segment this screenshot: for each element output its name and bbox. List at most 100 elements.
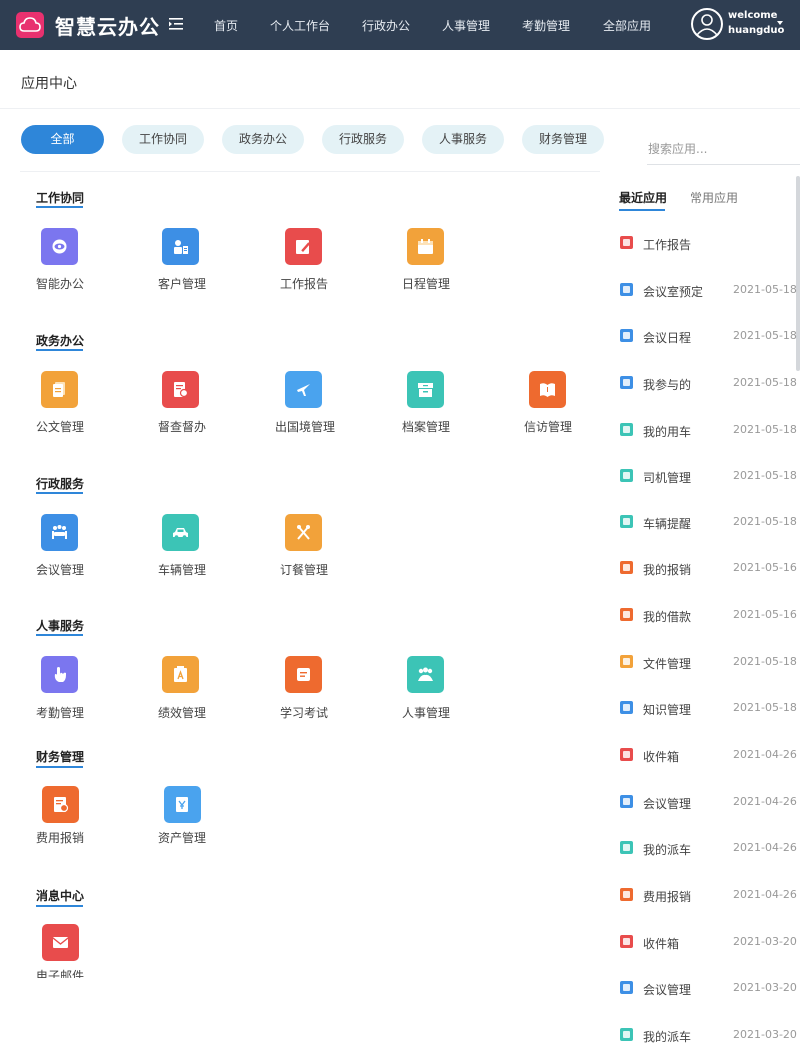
fork-knife-icon[interactable] <box>285 514 322 551</box>
app-label-work-report[interactable]: 工作报告 <box>280 275 328 292</box>
app-label-meeting[interactable]: 会议管理 <box>36 561 84 578</box>
section-underline <box>36 766 83 768</box>
app-icon <box>620 1028 633 1041</box>
recent-item-date: 2021-04-26 <box>733 748 797 761</box>
recent-item-name[interactable]: 会议日程 <box>643 329 691 346</box>
receipt-icon[interactable] <box>42 786 79 823</box>
app-icon <box>620 608 633 621</box>
app-label-vehicle[interactable]: 车辆管理 <box>158 561 206 578</box>
recent-item-date: 2021-05-18 <box>733 329 797 342</box>
app-label-exam[interactable]: 学习考试 <box>280 704 328 721</box>
recent-item-date: 2021-05-16 <box>733 561 797 574</box>
recent-item-name[interactable]: 收件箱 <box>643 935 679 952</box>
app-icon <box>620 888 633 901</box>
nav-attendance[interactable]: 考勤管理 <box>522 17 570 34</box>
pen-icon[interactable] <box>285 228 322 265</box>
recent-item-name[interactable]: 文件管理 <box>643 655 691 672</box>
calendar-icon[interactable] <box>407 228 444 265</box>
section-underline <box>36 349 83 351</box>
app-icon <box>620 795 633 808</box>
recent-item-name[interactable]: 收件箱 <box>643 748 679 765</box>
asset-icon[interactable] <box>164 786 201 823</box>
inspect-icon[interactable] <box>162 371 199 408</box>
user-name[interactable]: huangduo <box>728 25 784 36</box>
people-icon[interactable] <box>407 656 444 693</box>
page-title: 应用中心 <box>21 76 77 92</box>
recent-item-date: 2021-05-16 <box>733 608 797 621</box>
app-icon <box>620 423 633 436</box>
app-label-overseas[interactable]: 出国境管理 <box>275 418 335 435</box>
recent-item-name[interactable]: 我的报销 <box>643 561 691 578</box>
hand-icon[interactable] <box>41 656 78 693</box>
recent-item-name[interactable]: 我的派车 <box>643 841 691 858</box>
nav-hr[interactable]: 人事管理 <box>442 17 490 34</box>
nav-personal-workbench[interactable]: 个人工作台 <box>270 17 330 34</box>
app-icon <box>620 748 633 761</box>
app-icon <box>620 935 633 948</box>
divider <box>0 108 800 109</box>
recent-item-name[interactable]: 工作报告 <box>643 236 691 253</box>
recent-item-name[interactable]: 车辆提醒 <box>643 515 691 532</box>
tab-underline <box>619 209 665 211</box>
app-label-hr-management[interactable]: 人事管理 <box>402 704 450 721</box>
recent-item-name[interactable]: 会议管理 <box>643 981 691 998</box>
app-label-asset[interactable]: 资产管理 <box>158 829 206 846</box>
recent-item-name[interactable]: 知识管理 <box>643 701 691 718</box>
app-label-petition[interactable]: 信访管理 <box>524 418 572 435</box>
app-label-smart-office[interactable]: 智能办公 <box>36 275 84 292</box>
car-icon[interactable] <box>162 514 199 551</box>
section-underline <box>36 492 83 494</box>
clipboard-icon[interactable] <box>162 656 199 693</box>
section-underline <box>36 634 83 636</box>
recent-item-name[interactable]: 会议管理 <box>643 795 691 812</box>
filter-tab-all[interactable]: 全部 <box>21 125 104 154</box>
menu-toggle-icon[interactable] <box>169 17 183 31</box>
recent-item-name[interactable]: 我的借款 <box>643 608 691 625</box>
document-icon[interactable] <box>41 371 78 408</box>
nav-admin-office[interactable]: 行政办公 <box>362 17 410 34</box>
recent-item-name[interactable]: 我的派车 <box>643 1028 691 1045</box>
recent-item-name[interactable]: 司机管理 <box>643 469 691 486</box>
plane-icon[interactable] <box>285 371 322 408</box>
filter-tab-collaboration[interactable]: 工作协同 <box>122 125 204 154</box>
recent-item-name[interactable]: 费用报销 <box>643 888 691 905</box>
cloud-logo-icon[interactable] <box>16 12 44 38</box>
nav-home[interactable]: 首页 <box>214 17 238 34</box>
mail-icon[interactable] <box>42 924 79 961</box>
app-icon <box>620 376 633 389</box>
app-label-expense[interactable]: 费用报销 <box>36 829 84 846</box>
archive-icon[interactable] <box>407 371 444 408</box>
app-title: 智慧云办公 <box>55 15 160 39</box>
recent-item-date: 2021-04-26 <box>733 888 797 901</box>
tab-common-apps[interactable]: 常用应用 <box>690 189 738 206</box>
app-label-archive[interactable]: 档案管理 <box>402 418 450 435</box>
filter-tab-admin-service[interactable]: 行政服务 <box>322 125 404 154</box>
app-label-attendance[interactable]: 考勤管理 <box>36 704 84 721</box>
filter-tab-finance[interactable]: 财务管理 <box>522 125 604 154</box>
chevron-down-icon[interactable] <box>777 21 783 25</box>
meeting-icon[interactable] <box>41 514 78 551</box>
app-label-customer[interactable]: 客户管理 <box>158 275 206 292</box>
id-card-icon[interactable] <box>162 228 199 265</box>
recent-item-name[interactable]: 会议室预定 <box>643 283 703 300</box>
nav-all-apps[interactable]: 全部应用 <box>603 17 651 34</box>
eye-icon[interactable] <box>41 228 78 265</box>
search-input[interactable] <box>647 133 800 165</box>
divider <box>20 171 600 172</box>
app-label-official-docs[interactable]: 公文管理 <box>36 418 84 435</box>
recent-item-name[interactable]: 我的用车 <box>643 423 691 440</box>
section-title-collaboration: 工作协同 <box>36 191 85 205</box>
tab-recent-apps[interactable]: 最近应用 <box>619 189 667 206</box>
avatar[interactable] <box>691 8 723 40</box>
app-icon <box>620 981 633 994</box>
exam-icon[interactable] <box>285 656 322 693</box>
book-icon[interactable] <box>529 371 566 408</box>
app-label-performance[interactable]: 绩效管理 <box>158 704 206 721</box>
filter-tab-hr-service[interactable]: 人事服务 <box>422 125 504 154</box>
app-label-email[interactable]: 电子邮件 <box>36 967 84 978</box>
app-label-catering[interactable]: 订餐管理 <box>280 561 328 578</box>
recent-item-name[interactable]: 我参与的 <box>643 376 691 393</box>
app-label-supervision[interactable]: 督查督办 <box>158 418 206 435</box>
app-label-schedule[interactable]: 日程管理 <box>402 275 450 292</box>
filter-tab-government[interactable]: 政务办公 <box>222 125 304 154</box>
